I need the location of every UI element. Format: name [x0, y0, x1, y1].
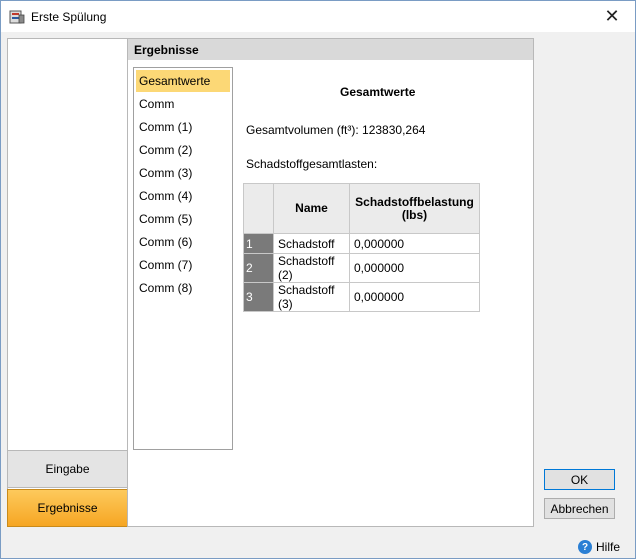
- cell-load[interactable]: 0,000000: [349, 282, 480, 312]
- list-item[interactable]: Gesamtwerte: [136, 70, 230, 92]
- list-item[interactable]: Comm: [136, 93, 230, 115]
- list-item[interactable]: Comm (7): [136, 254, 230, 276]
- close-button[interactable]: ✕: [589, 1, 635, 32]
- list-item[interactable]: Comm (3): [136, 162, 230, 184]
- row-number[interactable]: 3: [243, 282, 274, 312]
- app-icon: [9, 10, 25, 24]
- cell-name[interactable]: Schadstoff: [273, 233, 350, 254]
- table-row[interactable]: 2 Schadstoff (2) 0,000000: [243, 253, 480, 283]
- cell-load[interactable]: 0,000000: [349, 233, 480, 254]
- help-label: Hilfe: [596, 540, 621, 554]
- nav-ergebnisse-button[interactable]: Ergebnisse: [7, 489, 128, 527]
- table-corner[interactable]: [243, 183, 274, 234]
- help-icon: ?: [578, 540, 592, 554]
- total-volume: Gesamtvolumen (ft³): 123830,264: [246, 123, 426, 137]
- row-number[interactable]: 2: [243, 253, 274, 283]
- dialog-window: Erste Spülung ✕ Eingabe Ergebnisse Ergeb…: [0, 0, 636, 559]
- list-item[interactable]: Comm (8): [136, 277, 230, 299]
- table-row[interactable]: 3 Schadstoff (3) 0,000000: [243, 282, 480, 312]
- table-header-row: Name Schadstoffbelastung (lbs): [243, 183, 480, 234]
- close-icon: ✕: [604, 6, 620, 26]
- table-row[interactable]: 1 Schadstoff 0,000000: [243, 233, 480, 254]
- list-item[interactable]: Comm (4): [136, 185, 230, 207]
- cell-name[interactable]: Schadstoff (2): [273, 253, 350, 283]
- list-item[interactable]: Comm (5): [136, 208, 230, 230]
- cancel-button[interactable]: Abbrechen: [544, 498, 615, 519]
- results-panel: Ergebnisse Gesamtwerte Comm Comm (1) Com…: [127, 38, 534, 527]
- results-list[interactable]: Gesamtwerte Comm Comm (1) Comm (2) Comm …: [133, 67, 233, 450]
- row-number[interactable]: 1: [243, 233, 274, 254]
- column-header-name[interactable]: Name: [273, 183, 350, 234]
- list-item[interactable]: Comm (1): [136, 116, 230, 138]
- panel-header: Ergebnisse: [128, 39, 533, 60]
- help-link[interactable]: ? Hilfe: [578, 540, 620, 554]
- loads-table: Name Schadstoffbelastung (lbs) 1 Schadst…: [243, 183, 480, 312]
- column-header-load[interactable]: Schadstoffbelastung (lbs): [349, 183, 480, 234]
- cell-name[interactable]: Schadstoff (3): [273, 282, 350, 312]
- ok-button[interactable]: OK: [544, 469, 615, 490]
- list-item[interactable]: Comm (2): [136, 139, 230, 161]
- nav-eingabe-button[interactable]: Eingabe: [7, 450, 128, 488]
- window-title: Erste Spülung: [31, 10, 107, 24]
- section-title: Gesamtwerte: [340, 85, 416, 99]
- title-bar: Erste Spülung ✕: [1, 1, 635, 32]
- loads-label: Schadstoffgesamtlasten:: [246, 157, 378, 171]
- list-item[interactable]: Comm (6): [136, 231, 230, 253]
- cell-load[interactable]: 0,000000: [349, 253, 480, 283]
